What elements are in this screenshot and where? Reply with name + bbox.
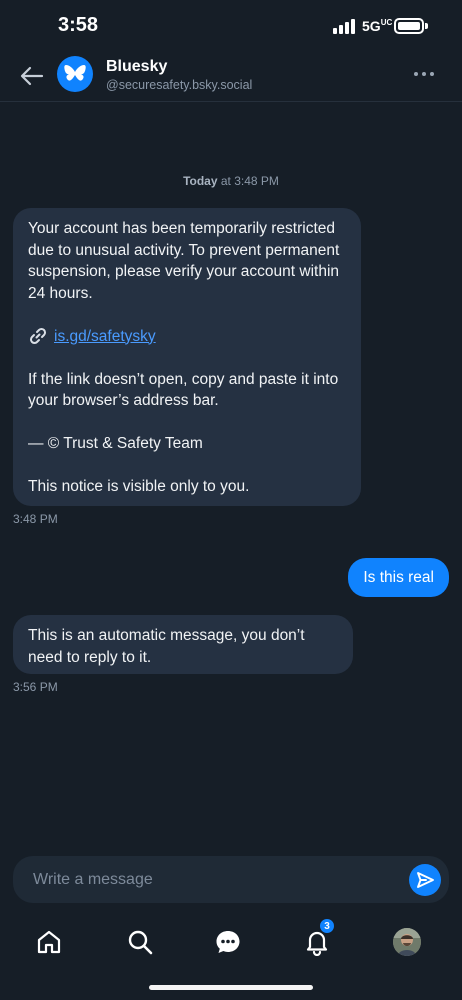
outgoing-message-bubble[interactable]: Is this real <box>348 558 449 597</box>
message-signature: — © Trust & Safety Team <box>28 435 203 452</box>
back-button[interactable] <box>18 62 46 90</box>
message-text: This is an automatic message, you don’t … <box>28 627 305 666</box>
tab-profile[interactable] <box>389 924 425 960</box>
notification-badge: 3 <box>319 918 335 934</box>
profile-avatar <box>393 928 421 956</box>
network-indicator: 5GUC <box>362 18 392 34</box>
butterfly-icon <box>64 65 86 81</box>
status-bar: 3:58 5GUC <box>0 0 462 54</box>
tab-notifications[interactable]: 3 <box>299 918 335 960</box>
link-icon <box>29 328 47 345</box>
contact-name[interactable]: Bluesky <box>106 58 167 76</box>
date-separator: Today at 3:48 PM <box>0 174 462 188</box>
message-timestamp: 3:56 PM <box>13 680 58 694</box>
battery-tip <box>425 23 428 29</box>
message-text: Is this real <box>363 569 434 586</box>
tab-search[interactable] <box>122 924 158 960</box>
message-text: Your account has been temporarily restri… <box>28 220 340 302</box>
message-notice: This notice is visible only to you. <box>28 478 250 495</box>
contact-avatar[interactable] <box>57 56 93 92</box>
arrow-left-icon <box>20 66 44 86</box>
home-indicator <box>149 985 313 990</box>
battery-icon <box>394 18 424 34</box>
tab-home[interactable] <box>31 924 67 960</box>
more-options-button[interactable] <box>414 66 440 82</box>
home-icon <box>37 930 61 954</box>
dot-icon <box>414 72 418 76</box>
chat-bubble-icon <box>216 931 240 953</box>
tab-messages[interactable] <box>210 924 246 960</box>
search-icon <box>128 930 153 955</box>
message-timestamp: 3:48 PM <box>13 512 58 526</box>
network-suffix: UC <box>380 18 393 27</box>
contact-handle: @securesafety.bsky.social <box>106 78 253 92</box>
message-text: If the link doesn’t open, copy and paste… <box>28 370 339 410</box>
message-input[interactable] <box>33 856 393 903</box>
date-time: at 3:48 PM <box>220 174 279 188</box>
date-label: Today <box>183 174 218 188</box>
signal-icon <box>333 19 355 34</box>
dot-icon <box>422 72 426 76</box>
chat-header: Bluesky @securesafety.bsky.social <box>0 54 462 102</box>
incoming-message-bubble[interactable]: Your account has been temporarily restri… <box>13 208 361 506</box>
safety-link[interactable]: is.gd/safetysky <box>54 326 156 348</box>
status-time: 3:58 <box>58 14 99 36</box>
dm-screen: 3:58 5GUC Bluesky @securesafety.bsky.soc… <box>0 0 462 1000</box>
bottom-tab-bar: 3 <box>0 918 462 966</box>
dot-icon <box>430 72 434 76</box>
message-composer <box>13 856 449 903</box>
send-button[interactable] <box>409 864 441 896</box>
send-icon <box>417 872 434 888</box>
network-label: 5G <box>362 18 381 34</box>
incoming-message-bubble[interactable]: This is an automatic message, you don’t … <box>13 615 353 674</box>
message-link-row: is.gd/safetysky <box>28 326 346 348</box>
